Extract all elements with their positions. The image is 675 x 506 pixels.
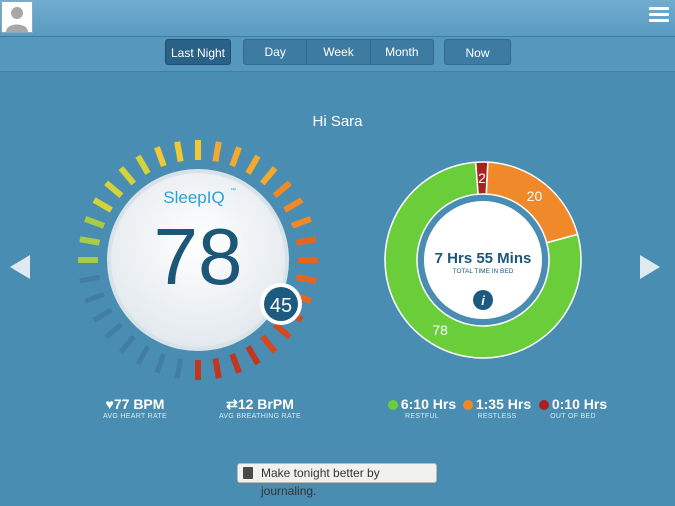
gauge-tick bbox=[229, 146, 242, 168]
gauge-tick bbox=[118, 334, 136, 354]
period-segmented-control: Day Week Month bbox=[243, 39, 434, 65]
restless-value: 1:35 Hrs bbox=[475, 396, 532, 412]
sleepiq-score: 78 bbox=[154, 212, 243, 301]
user-icon bbox=[6, 7, 28, 32]
sleepiq-badge-value: 45 bbox=[270, 295, 292, 317]
gauge-tick bbox=[212, 357, 222, 379]
restful-dot-icon bbox=[387, 400, 398, 410]
gauge-tick bbox=[290, 216, 312, 229]
out-of-bed-label: OUT OF BED bbox=[550, 413, 596, 420]
legend-out-of-bed: 0:10 Hrs OUT OF BED bbox=[534, 396, 612, 422]
sleep-donut-chart: 7 Hrs 55 Mins TOTAL TIME IN BED i 2 20 78 bbox=[384, 161, 582, 359]
gauge-tick bbox=[174, 141, 184, 163]
gauge-tick bbox=[104, 180, 124, 199]
gauge-tick bbox=[84, 216, 106, 229]
top-bar bbox=[0, 0, 675, 37]
gauge-tick bbox=[118, 166, 137, 186]
donut-label: 78 bbox=[432, 322, 448, 338]
gauge-tick bbox=[259, 334, 278, 354]
gauge-tick bbox=[295, 236, 317, 246]
breathing-icon: ⇄ bbox=[226, 396, 238, 412]
legend-restful: 6:10 Hrs RESTFUL bbox=[383, 396, 461, 422]
gauge-tick bbox=[283, 197, 304, 213]
tab-day[interactable]: Day bbox=[244, 40, 306, 64]
last-night-button[interactable]: Last Night bbox=[165, 39, 231, 65]
restful-label: RESTFUL bbox=[405, 413, 439, 420]
donut-label: 2 bbox=[478, 170, 486, 186]
gauge-tick bbox=[79, 236, 101, 246]
gauge-tick bbox=[92, 197, 113, 213]
restful-value: 6:10 Hrs bbox=[400, 396, 457, 412]
journal-text: Make tonight better by journaling. bbox=[261, 466, 380, 498]
gauge-tick bbox=[295, 274, 317, 284]
gauge-tick bbox=[154, 353, 167, 374]
gauge-tick bbox=[154, 146, 167, 168]
breathing-rate-stat: ⇄12 BrPM AVG BREATHING RATE bbox=[210, 396, 310, 422]
sleepiq-gauge: SleepIQ ™ 78 45 bbox=[78, 140, 318, 380]
heart-rate-value: 77 BPM bbox=[113, 396, 165, 412]
legend-restless: 1:35 Hrs RESTLESS bbox=[458, 396, 536, 422]
tab-month[interactable]: Month bbox=[369, 40, 433, 64]
previous-arrow-icon[interactable] bbox=[10, 255, 30, 279]
gauge-tick bbox=[229, 352, 242, 374]
journal-button[interactable]: Make tonight better by journaling. bbox=[237, 463, 437, 498]
breathing-rate-label: AVG BREATHING RATE bbox=[218, 413, 302, 420]
heart-rate-label: AVG HEART RATE bbox=[103, 413, 167, 420]
sleepiq-trademark: ™ bbox=[230, 187, 236, 194]
out-of-bed-value: 0:10 Hrs bbox=[551, 396, 608, 412]
gauge-tick bbox=[104, 322, 124, 340]
gauge-tick bbox=[174, 358, 184, 379]
avatar[interactable] bbox=[1, 1, 33, 33]
restless-label: RESTLESS bbox=[477, 413, 517, 420]
gauge-tick bbox=[272, 321, 292, 340]
now-button[interactable]: Now bbox=[444, 39, 511, 65]
breathing-rate-value: 12 BrPM bbox=[237, 396, 294, 412]
clipboard-icon bbox=[243, 467, 253, 479]
info-icon-glyph: i bbox=[481, 293, 485, 308]
tab-week[interactable]: Week bbox=[306, 40, 369, 64]
next-arrow-icon[interactable] bbox=[640, 255, 660, 279]
gauge-tick bbox=[79, 274, 100, 284]
total-time-label: TOTAL TIME IN BED bbox=[453, 268, 514, 275]
heart-rate-stat: ♥77 BPM AVG HEART RATE bbox=[90, 396, 180, 422]
restless-dot-icon bbox=[462, 400, 473, 410]
menu-icon[interactable] bbox=[649, 7, 669, 25]
total-time: 7 Hrs 55 Mins bbox=[435, 250, 532, 267]
gauge-tick bbox=[272, 180, 292, 199]
gauge-tick bbox=[259, 166, 278, 186]
gauge-tick bbox=[212, 141, 222, 163]
out-of-bed-dot-icon bbox=[538, 400, 549, 410]
gauge-tick bbox=[92, 307, 113, 323]
gauge-tick bbox=[135, 154, 151, 175]
sleepiq-brand: SleepIQ bbox=[163, 188, 224, 207]
donut-label: 20 bbox=[527, 188, 543, 204]
gauge-tick bbox=[84, 291, 105, 304]
gauge-tick bbox=[245, 154, 261, 175]
heart-icon: ♥ bbox=[105, 396, 114, 412]
gauge-tick bbox=[135, 345, 151, 366]
gauge-tick bbox=[245, 345, 261, 366]
